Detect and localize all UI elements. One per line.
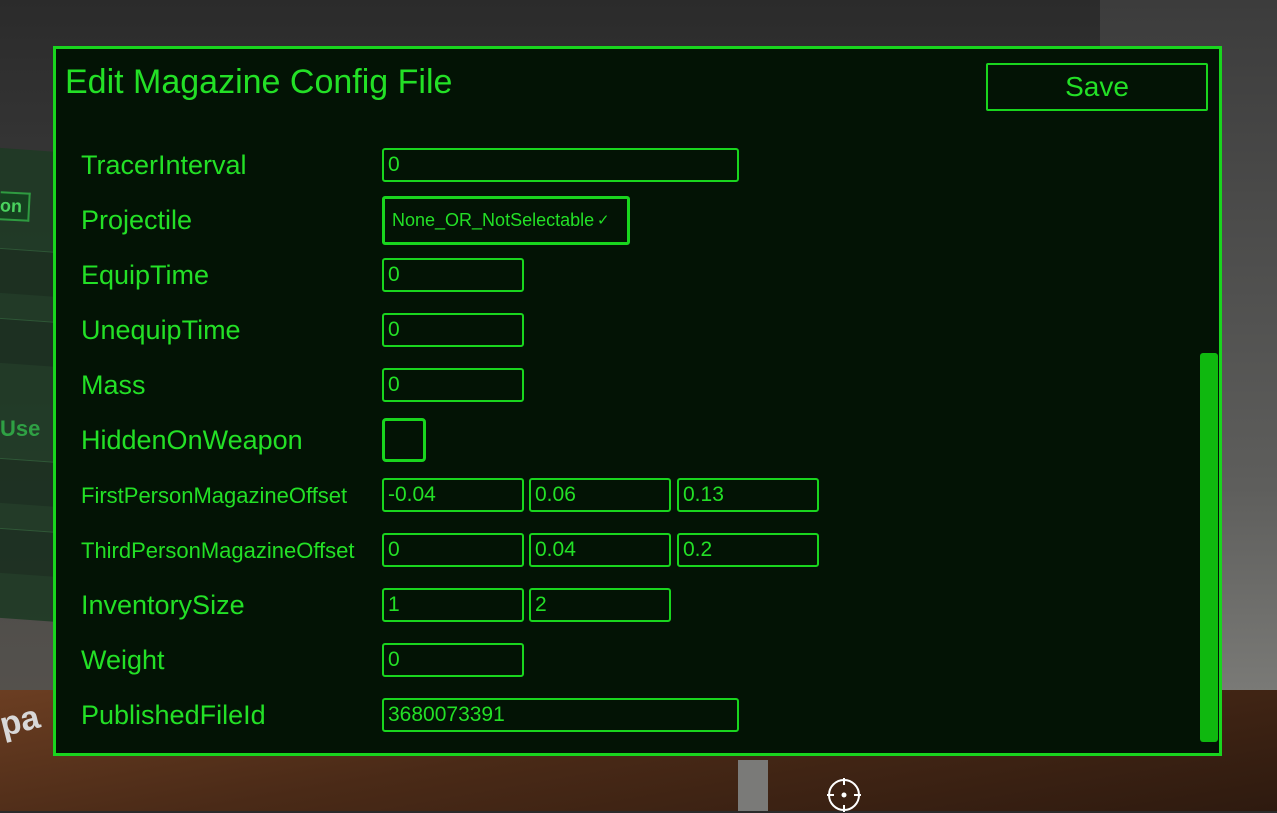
panel-title: Edit Magazine Config File bbox=[65, 63, 453, 101]
third-person-offset-label: ThirdPersonMagazineOffset bbox=[81, 538, 355, 563]
tracer-interval-label: TracerInterval bbox=[81, 150, 247, 180]
projectile-dropdown[interactable]: None_OR_NotSelectable ✓ bbox=[382, 196, 630, 245]
inventory-size-label: InventorySize bbox=[81, 590, 245, 620]
crosshair-icon bbox=[827, 778, 861, 812]
equip-time-label: EquipTime bbox=[81, 260, 210, 290]
third-person-offset-x-input[interactable]: 0 bbox=[382, 533, 524, 567]
projectile-label: Projectile bbox=[81, 205, 193, 235]
edit-magazine-config-panel: Edit Magazine Config File Save TracerInt… bbox=[53, 46, 1222, 756]
background-tag-on: on bbox=[0, 191, 31, 222]
background-table-leg bbox=[738, 760, 768, 811]
projectile-selected-value: None_OR_NotSelectable bbox=[392, 210, 595, 230]
first-person-offset-x-input[interactable]: -0.04 bbox=[382, 478, 524, 512]
published-file-id-label: PublishedFileId bbox=[81, 700, 266, 730]
chevron-down-icon: ✓ bbox=[597, 212, 610, 229]
hidden-on-weapon-label: HiddenOnWeapon bbox=[81, 425, 303, 455]
first-person-offset-label: FirstPersonMagazineOffset bbox=[81, 483, 348, 508]
tracer-interval-input[interactable]: 0 bbox=[382, 148, 739, 182]
hidden-on-weapon-checkbox[interactable] bbox=[382, 418, 426, 462]
unequip-time-label: UnequipTime bbox=[81, 315, 241, 345]
background-tag-use: Use bbox=[0, 416, 41, 441]
first-person-offset-y-input[interactable]: 0.06 bbox=[529, 478, 671, 512]
inventory-size-height-input[interactable]: 2 bbox=[529, 588, 671, 622]
published-file-id-input[interactable]: 3680073391 bbox=[382, 698, 739, 732]
mass-input[interactable]: 0 bbox=[382, 368, 524, 402]
weight-input[interactable]: 0 bbox=[382, 643, 524, 677]
unequip-time-input[interactable]: 0 bbox=[382, 313, 524, 347]
inventory-size-width-input[interactable]: 1 bbox=[382, 588, 524, 622]
third-person-offset-y-input[interactable]: 0.04 bbox=[529, 533, 671, 567]
mass-label: Mass bbox=[81, 370, 146, 400]
first-person-offset-z-input[interactable]: 0.13 bbox=[677, 478, 819, 512]
weight-label: Weight bbox=[81, 645, 165, 675]
third-person-offset-z-input[interactable]: 0.2 bbox=[677, 533, 819, 567]
equip-time-input[interactable]: 0 bbox=[382, 258, 524, 292]
save-button[interactable]: Save bbox=[986, 63, 1208, 111]
scrollbar-thumb[interactable] bbox=[1200, 353, 1218, 742]
